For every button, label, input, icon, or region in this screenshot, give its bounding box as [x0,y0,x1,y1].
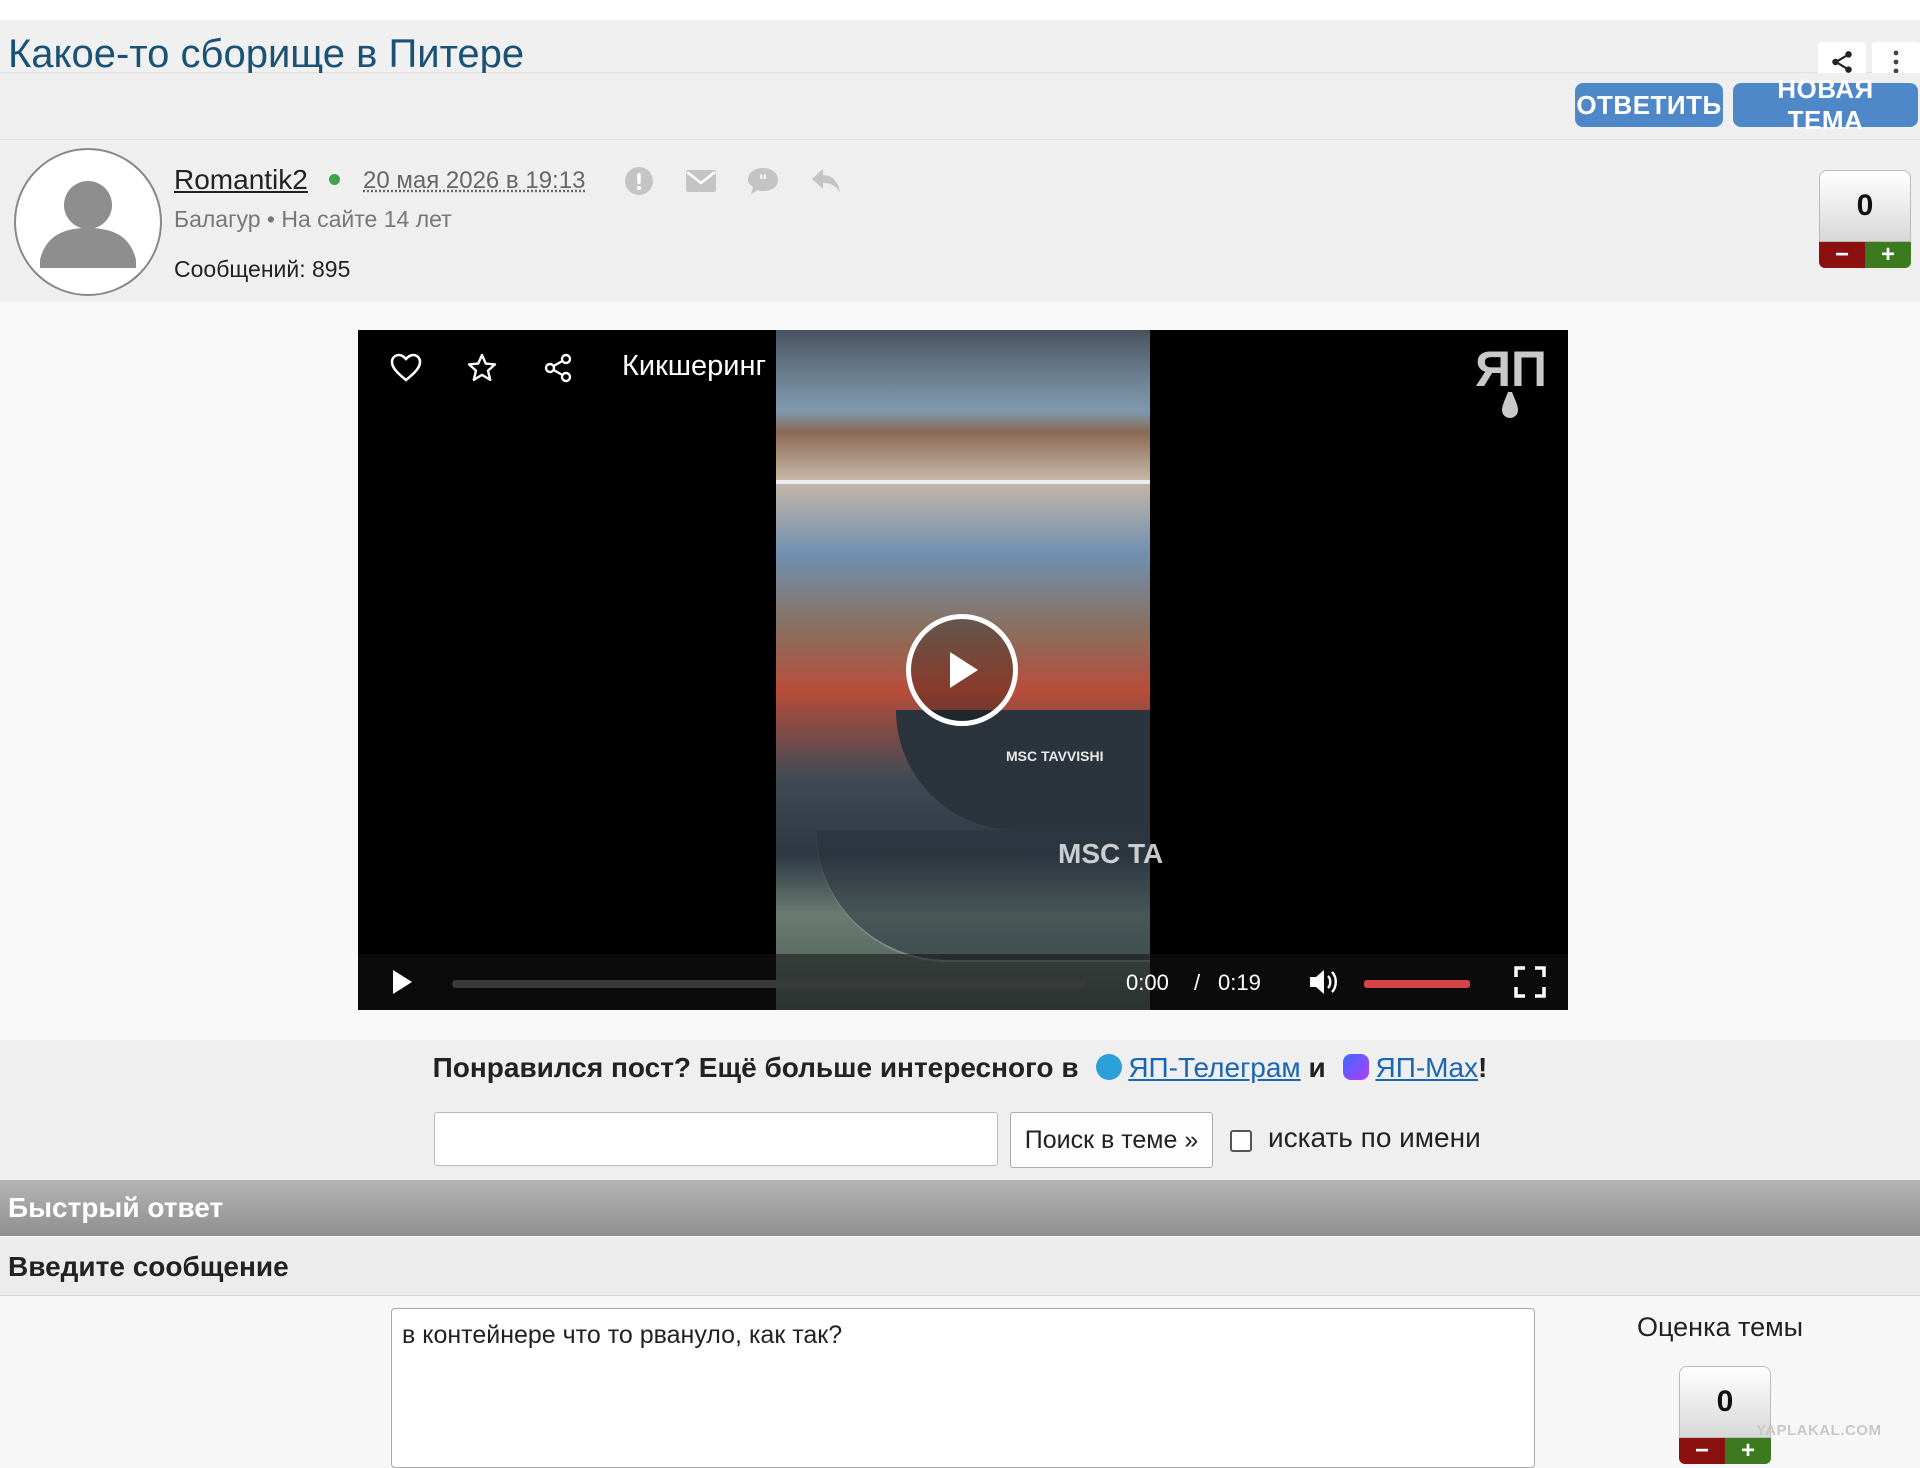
mute-button[interactable] [1304,964,1344,1000]
private-message-button[interactable] [682,162,720,200]
promo-and-search-area: Понравился пост? Ещё больше интересного … [0,1040,1920,1180]
yap-logo-text: ЯП [1475,342,1547,397]
quote-icon: " [748,168,778,194]
post-rating-value: 0 [1819,170,1911,242]
video-title: Кикшеринг [622,350,767,382]
topic-rating-plus-button[interactable]: + [1725,1438,1771,1464]
reply-button[interactable]: ОТВЕТИТЬ [1575,83,1723,127]
site-watermark: YAPLAKAL.COM [1756,1422,1882,1439]
avatar[interactable] [14,148,162,296]
star-icon [467,353,497,381]
topic-action-bar: ОТВЕТИТЬ НОВАЯ ТЕМА [0,73,1920,140]
quick-reply-title: Быстрый ответ [8,1192,224,1223]
reply-arrow-icon [812,169,840,193]
max-link[interactable]: ЯП-Max [1375,1052,1478,1083]
topic-title-bar: Какое-то сборище в Питере [0,20,1920,82]
video-player[interactable]: MSC TAVVISHI MSC TA Кикшеринг ЯП 0:00 / … [358,330,1568,1010]
message-textarea[interactable]: в контейнере что то рвануло, как так? [391,1308,1535,1468]
user-rank-and-age: Балагур • На сайте 14 лет [174,206,452,232]
rating-minus-button[interactable]: − [1819,242,1865,268]
mail-icon [686,170,716,192]
big-play-button[interactable] [906,614,1018,726]
post-date-link[interactable]: 20 мая 2026 в 19:13 [363,167,585,195]
quick-reply-area: в контейнере что то рвануло, как так? Оц… [0,1296,1920,1468]
video-progress-bar[interactable] [452,980,1086,988]
quote-button[interactable]: " [744,162,782,200]
ship-name-label-small: MSC TAVVISHI [1006,748,1104,764]
favorite-video-button[interactable] [462,348,502,388]
telegram-icon [1096,1054,1123,1080]
share-icon [1832,51,1852,73]
topic-rating-label: Оценка темы [1637,1312,1804,1342]
post-rating-widget: 0 − + [1819,170,1911,268]
max-messenger-icon [1343,1054,1370,1080]
exclamation-icon [625,167,653,195]
default-avatar-icon [40,181,136,268]
play-pause-button[interactable] [384,964,420,1000]
new-topic-button[interactable]: НОВАЯ ТЕМА [1733,74,1918,135]
yap-logo-icon: ЯП [1475,342,1547,418]
volume-slider[interactable] [1364,980,1470,988]
share-video-button[interactable] [538,348,578,388]
ship-name-label-large: MSC TA [1058,838,1164,869]
top-strip [0,0,1920,20]
promo-and-text: и [1308,1052,1326,1083]
rating-plus-button[interactable]: + [1865,242,1911,268]
telegram-link[interactable]: ЯП-Телеграм [1128,1052,1300,1083]
post-count: Сообщений: 895 [174,256,351,282]
online-status-dot [329,174,340,185]
reply-arrow-button[interactable] [807,162,845,200]
play-icon [393,970,412,994]
topic-search-button[interactable]: Поиск в теме » [1010,1112,1213,1168]
post-header: Romantik2 20 мая 2026 в 19:13 " Балагур … [0,140,1920,302]
enter-message-title: Введите сообщение [8,1251,289,1282]
volume-icon [1310,970,1337,994]
topic-search-input[interactable] [434,1112,998,1166]
svg-text:": " [759,171,767,190]
heart-icon [390,353,422,382]
time-separator: / [1194,970,1201,995]
promo-exclamation: ! [1478,1052,1488,1083]
search-by-name-label: искать по имени [1268,1122,1481,1153]
video-controls: 0:00 / 0:19 [358,954,1568,1010]
fullscreen-icon [1514,966,1546,998]
video-duration: 0:19 [1218,970,1261,995]
quick-reply-header: Быстрый ответ [0,1180,1920,1236]
topic-title: Какое-то сборище в Питере [8,32,525,76]
promo-line: Понравился пост? Ещё больше интересного … [0,1052,1920,1084]
author-name-link[interactable]: Romantik2 [174,164,308,196]
share-icon [544,353,572,383]
report-button[interactable] [620,162,658,200]
enter-message-header: Введите сообщение [0,1237,1920,1296]
more-vertical-icon [1893,50,1899,74]
like-video-button[interactable] [386,348,426,388]
play-icon [950,652,978,688]
topic-rating-widget: 0 − + [1679,1366,1771,1464]
current-time: 0:00 [1126,970,1169,995]
fullscreen-button[interactable] [1510,964,1550,1000]
topic-rating-minus-button[interactable]: − [1679,1438,1725,1464]
promo-text: Понравился пост? Ещё больше интересного … [432,1052,1079,1083]
search-by-name-checkbox[interactable] [1230,1130,1252,1152]
